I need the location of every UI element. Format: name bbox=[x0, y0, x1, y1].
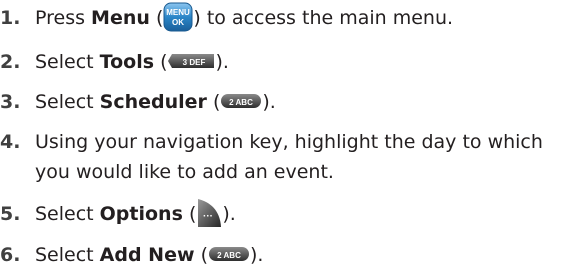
step-text: Select Scheduler (2 ABC). bbox=[35, 91, 276, 113]
tools-label: Tools bbox=[99, 51, 155, 73]
step-text-line-2: you would like to add an event. bbox=[35, 161, 334, 183]
key-2-icon: 2 ABC bbox=[220, 92, 262, 110]
svg-text:···: ··· bbox=[203, 211, 213, 222]
svg-text:OK: OK bbox=[172, 18, 184, 27]
svg-text:MENU: MENU bbox=[167, 8, 191, 17]
menu-label: Menu bbox=[91, 7, 150, 29]
step-text: Select Tools (3 DEF). bbox=[35, 51, 229, 73]
key-2-icon: 2 ABC bbox=[208, 245, 250, 263]
options-label: Options bbox=[99, 203, 183, 225]
menu-ok-key-icon: MENU OK bbox=[163, 2, 193, 32]
step-number: 2. bbox=[0, 51, 21, 73]
svg-text:2 ABC: 2 ABC bbox=[217, 251, 241, 260]
step-text: Select Options (···). bbox=[35, 198, 560, 230]
step-number: 5. bbox=[0, 203, 21, 225]
step-text: Press Menu (MENU OK) to access the main m… bbox=[35, 2, 560, 34]
step-number: 3. bbox=[0, 91, 21, 113]
step-text-line-1: Using your navigation key, highlight the… bbox=[35, 131, 543, 153]
options-softkey-icon: ··· bbox=[196, 198, 222, 228]
scheduler-label: Scheduler bbox=[99, 91, 207, 113]
step-number: 1. bbox=[0, 7, 21, 29]
svg-text:2 ABC: 2 ABC bbox=[230, 98, 254, 107]
step-number: 4. bbox=[0, 131, 21, 153]
step-text: Select Add New (2 ABC). bbox=[35, 244, 264, 266]
key-3-icon: 3 DEF bbox=[167, 52, 215, 70]
step-number: 6. bbox=[0, 244, 21, 266]
svg-text:3 DEF: 3 DEF bbox=[183, 58, 206, 67]
add-new-label: Add New bbox=[99, 244, 195, 266]
